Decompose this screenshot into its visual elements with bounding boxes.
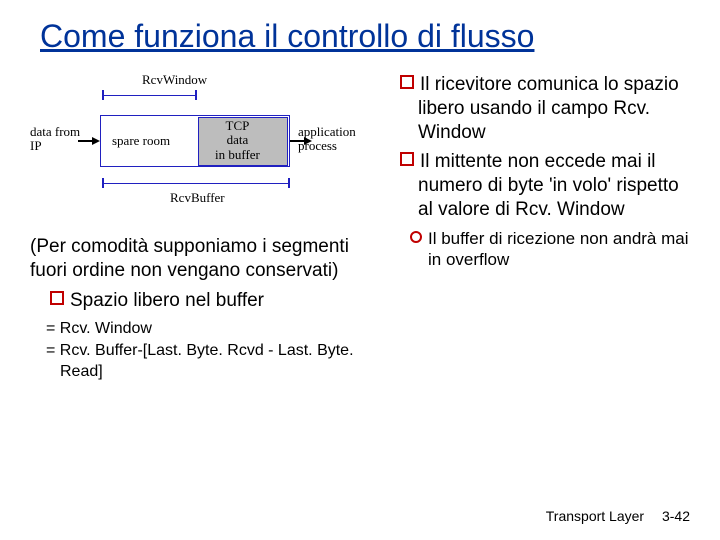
tcp-data-label: TCP data in buffer — [215, 119, 260, 162]
data-from-ip-label: data from IP — [30, 125, 80, 154]
receiver-bullet: Il ricevitore comunica lo spazio libero … — [380, 73, 690, 144]
rcvbuffer-cap-r — [288, 178, 290, 188]
footer-label: Transport Layer — [546, 508, 644, 524]
overflow-text: Il buffer di ricezione non andrà mai in … — [428, 229, 689, 269]
rcvwindow-cap-r — [195, 90, 197, 100]
app-process-label: application process — [298, 125, 356, 154]
equations: = Rcv. Window = Rcv. Buffer-[Last. Byte.… — [30, 318, 360, 383]
rcvwindow-label: RcvWindow — [142, 73, 207, 87]
rcvbuffer-span — [103, 183, 289, 184]
page-number: 3-42 — [662, 508, 690, 524]
left-text: (Per comodità supponiamo i segmenti fuor… — [30, 235, 360, 312]
rcvwindow-cap-l — [102, 90, 104, 100]
slide-footer: Transport Layer 3-42 — [546, 508, 690, 524]
rcvbuffer-cap-l — [102, 178, 104, 188]
content-area: RcvWindow data from IP spare room TCP da… — [0, 55, 720, 383]
sender-bullet: Il mittente non eccede mai il numero di … — [380, 150, 690, 221]
sender-text: Il mittente non eccede mai il numero di … — [418, 151, 679, 220]
left-column: RcvWindow data from IP spare room TCP da… — [30, 73, 370, 383]
eq-line-1: = Rcv. Window — [38, 318, 360, 340]
overflow-subbullet: Il buffer di ricezione non andrà mai in … — [380, 228, 690, 271]
spare-room-label: spare room — [112, 134, 170, 148]
arrow-in-head — [92, 137, 100, 145]
assumption-para: (Per comodità supponiamo i segmenti fuor… — [30, 235, 360, 283]
free-space-text: Spazio libero nel buffer — [70, 290, 264, 311]
buffer-diagram: RcvWindow data from IP spare room TCP da… — [30, 73, 350, 213]
eq-line-2: = Rcv. Buffer-[Last. Byte. Rcvd - Last. … — [38, 340, 360, 383]
rcvbuffer-label: RcvBuffer — [170, 191, 225, 205]
receiver-text: Il ricevitore comunica lo spazio libero … — [418, 74, 679, 143]
slide-title: Come funziona il controllo di flusso — [0, 0, 720, 55]
right-column: Il ricevitore comunica lo spazio libero … — [370, 73, 690, 383]
free-space-bullet: Spazio libero nel buffer — [30, 289, 360, 313]
rcvwindow-span — [103, 95, 196, 96]
